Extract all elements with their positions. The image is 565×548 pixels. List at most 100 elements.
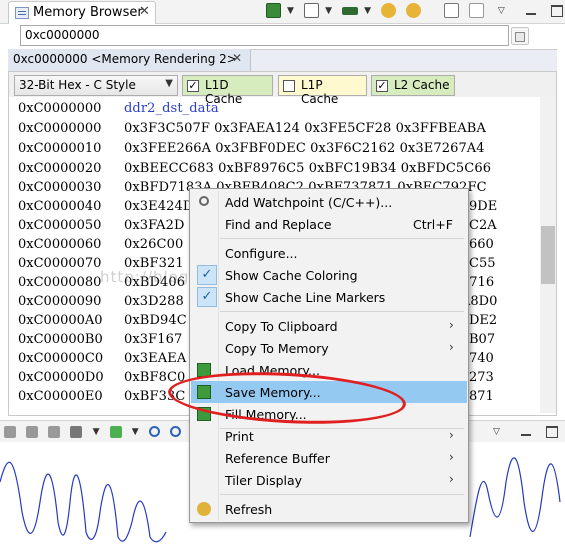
- graph-tool-icon[interactable]: [26, 425, 39, 438]
- maximize-icon[interactable]: [546, 425, 559, 438]
- memory-symbol-label: ddr2_dst_data: [124, 101, 219, 116]
- chevron-down-icon[interactable]: ▼: [287, 6, 294, 16]
- menu-item-label: Show Cache Coloring: [225, 268, 358, 283]
- l1d-cache-toggle[interactable]: ✓ L1D Cache: [182, 75, 273, 106]
- memory-values-tail: 740: [469, 351, 494, 366]
- close-icon[interactable]: ✕: [232, 51, 242, 65]
- memory-address: 0xC0000040: [18, 199, 102, 214]
- l1d-checkbox[interactable]: ✓: [187, 80, 199, 92]
- new-tab-button[interactable]: [511, 27, 529, 45]
- submenu-arrow-icon: ›: [449, 340, 454, 354]
- menu-item-shortcut: Ctrl+F: [413, 217, 453, 232]
- submenu-arrow-icon: ›: [449, 318, 454, 332]
- memory-values: 0x26C00: [124, 237, 184, 252]
- memory-address: 0xC0000010: [18, 141, 102, 156]
- graph-tool-icon[interactable]: [48, 425, 61, 438]
- format-select[interactable]: 32-Bit Hex - C Style ▼: [14, 75, 178, 96]
- menu-item-reference-buffer[interactable]: Reference Buffer ›: [191, 447, 467, 469]
- menu-item-label: Reference Buffer: [225, 451, 330, 466]
- memory-values-tail: DE2: [469, 313, 498, 328]
- close-icon[interactable]: ✕: [139, 4, 150, 19]
- pin-icon[interactable]: [468, 3, 484, 18]
- view-menu-icon[interactable]: ▽: [498, 6, 505, 16]
- memory-values: 0xBEECC683 0xBF8976C5 0xBFC19B34 0xBFDC5…: [124, 161, 492, 176]
- l1p-cache-toggle[interactable]: L1P Cache: [278, 75, 367, 106]
- memory-address: 0xC00000E0: [18, 389, 103, 404]
- memory-values-tail: 273: [469, 370, 494, 385]
- refresh-icon: [197, 502, 211, 516]
- memory-values: 0x3FEE266A 0x3FBF0DEC 0x3F6C2162 0x3E726…: [124, 141, 485, 156]
- menu-item-label: Show Cache Line Markers: [225, 290, 386, 305]
- chevron-down-icon[interactable]: ▼: [364, 6, 371, 16]
- menu-separator: [220, 311, 464, 312]
- memory-address: 0xC00000C0: [18, 351, 104, 366]
- view-toolbar: ▼ ▼ ▼ ▽: [266, 3, 564, 21]
- minimize-icon[interactable]: [520, 426, 532, 438]
- menu-item-label: Tiler Display: [225, 473, 303, 488]
- chevron-down-icon[interactable]: ▼: [93, 427, 100, 437]
- zoom-out-icon[interactable]: [169, 426, 181, 437]
- context-menu: Add Watchpoint (C/C++)... Find and Repla…: [189, 188, 469, 523]
- sync-icon[interactable]: [406, 3, 422, 18]
- menu-separator: [220, 238, 464, 239]
- menu-item-print[interactable]: Print ›: [191, 425, 467, 447]
- submenu-arrow-icon: ›: [449, 428, 454, 442]
- memory-address: 0xC0000090: [18, 294, 102, 309]
- new-view-icon[interactable]: [443, 3, 459, 18]
- zoom-in-icon[interactable]: [148, 426, 160, 437]
- submenu-arrow-icon: ›: [449, 450, 454, 464]
- menu-item-label: Refresh: [225, 502, 273, 517]
- memory-values: 0x3FA2D: [124, 218, 185, 233]
- memory-values: 0xBD94C: [124, 313, 187, 328]
- memory-values: 0x3F3C507F 0x3FAEA124 0x3FE5CF28 0x3FFBE…: [124, 121, 486, 136]
- graph-tool-icon[interactable]: [4, 425, 16, 438]
- add-icon[interactable]: [109, 425, 122, 438]
- chip-icon[interactable]: [342, 6, 359, 15]
- graph-tool-icon[interactable]: [70, 425, 83, 438]
- submenu-arrow-icon: ›: [449, 472, 454, 486]
- rendering-tab[interactable]: 0xc0000000 <Memory Rendering 2> ✕: [8, 49, 251, 71]
- menu-item-show-cache-line-markers[interactable]: ✓ Show Cache Line Markers: [191, 286, 467, 308]
- menu-item-show-cache-coloring[interactable]: ✓ Show Cache Coloring: [191, 264, 467, 286]
- memory-values: 0x3EAEA: [124, 351, 187, 366]
- memory-address: 0xC0000070: [18, 256, 102, 271]
- l2-checkbox[interactable]: ✓: [376, 80, 388, 92]
- memory-browser-icon: [15, 7, 29, 19]
- graph-view-controls: ▽: [493, 424, 559, 439]
- l1p-checkbox[interactable]: [283, 80, 295, 92]
- menu-item-find-replace[interactable]: Find and Replace Ctrl+F: [191, 213, 467, 235]
- chevron-down-icon[interactable]: ▼: [325, 6, 332, 16]
- menu-item-label: Copy To Clipboard: [225, 319, 338, 334]
- minimize-icon[interactable]: [525, 5, 537, 17]
- cpu-icon[interactable]: [266, 3, 281, 18]
- l2-cache-toggle[interactable]: ✓ L2 Cache: [371, 75, 455, 96]
- check-icon: ✓: [197, 265, 217, 285]
- menu-separator: [220, 494, 464, 495]
- chevron-down-icon[interactable]: ▼: [132, 427, 139, 437]
- menu-item-label: Configure...: [225, 246, 298, 261]
- memory-address: 0xC0000020: [18, 161, 102, 176]
- maximize-icon[interactable]: [551, 4, 564, 17]
- rendering-tab-label: 0xc0000000 <Memory Rendering 2>: [13, 52, 237, 66]
- menu-item-configure[interactable]: Configure...: [191, 242, 467, 264]
- menu-item-label: Add Watchpoint (C/C++)...: [225, 195, 393, 210]
- memory-browser-tab[interactable]: Memory Browser ✕: [8, 1, 156, 24]
- memory-address: 0xC0000060: [18, 237, 102, 252]
- menu-item-copy-to-memory[interactable]: Copy To Memory ›: [191, 337, 467, 359]
- scrollbar-thumb[interactable]: [541, 226, 555, 284]
- memory-address: 0xC0000000: [18, 121, 102, 136]
- view-menu-icon[interactable]: ▽: [493, 427, 500, 437]
- graph-tools: ▼ ▼: [4, 424, 187, 439]
- menu-item-copy-to-clipboard[interactable]: Copy To Clipboard ›: [191, 315, 467, 337]
- memory-address: 0xC00000B0: [18, 332, 103, 347]
- watchpoint-icon: [199, 196, 209, 206]
- link-icon[interactable]: [381, 3, 397, 18]
- menu-item-label: Copy To Memory: [225, 341, 329, 356]
- memory-map-icon[interactable]: [304, 3, 320, 18]
- address-input[interactable]: 0xc0000000: [20, 25, 509, 46]
- memory-address: 0xC0000050: [18, 218, 102, 233]
- menu-item-add-watchpoint[interactable]: Add Watchpoint (C/C++)...: [191, 191, 467, 213]
- menu-item-refresh[interactable]: Refresh: [191, 498, 467, 520]
- memory-browser-tab-label: Memory Browser: [33, 5, 143, 20]
- menu-item-tiler-display[interactable]: Tiler Display ›: [191, 469, 467, 491]
